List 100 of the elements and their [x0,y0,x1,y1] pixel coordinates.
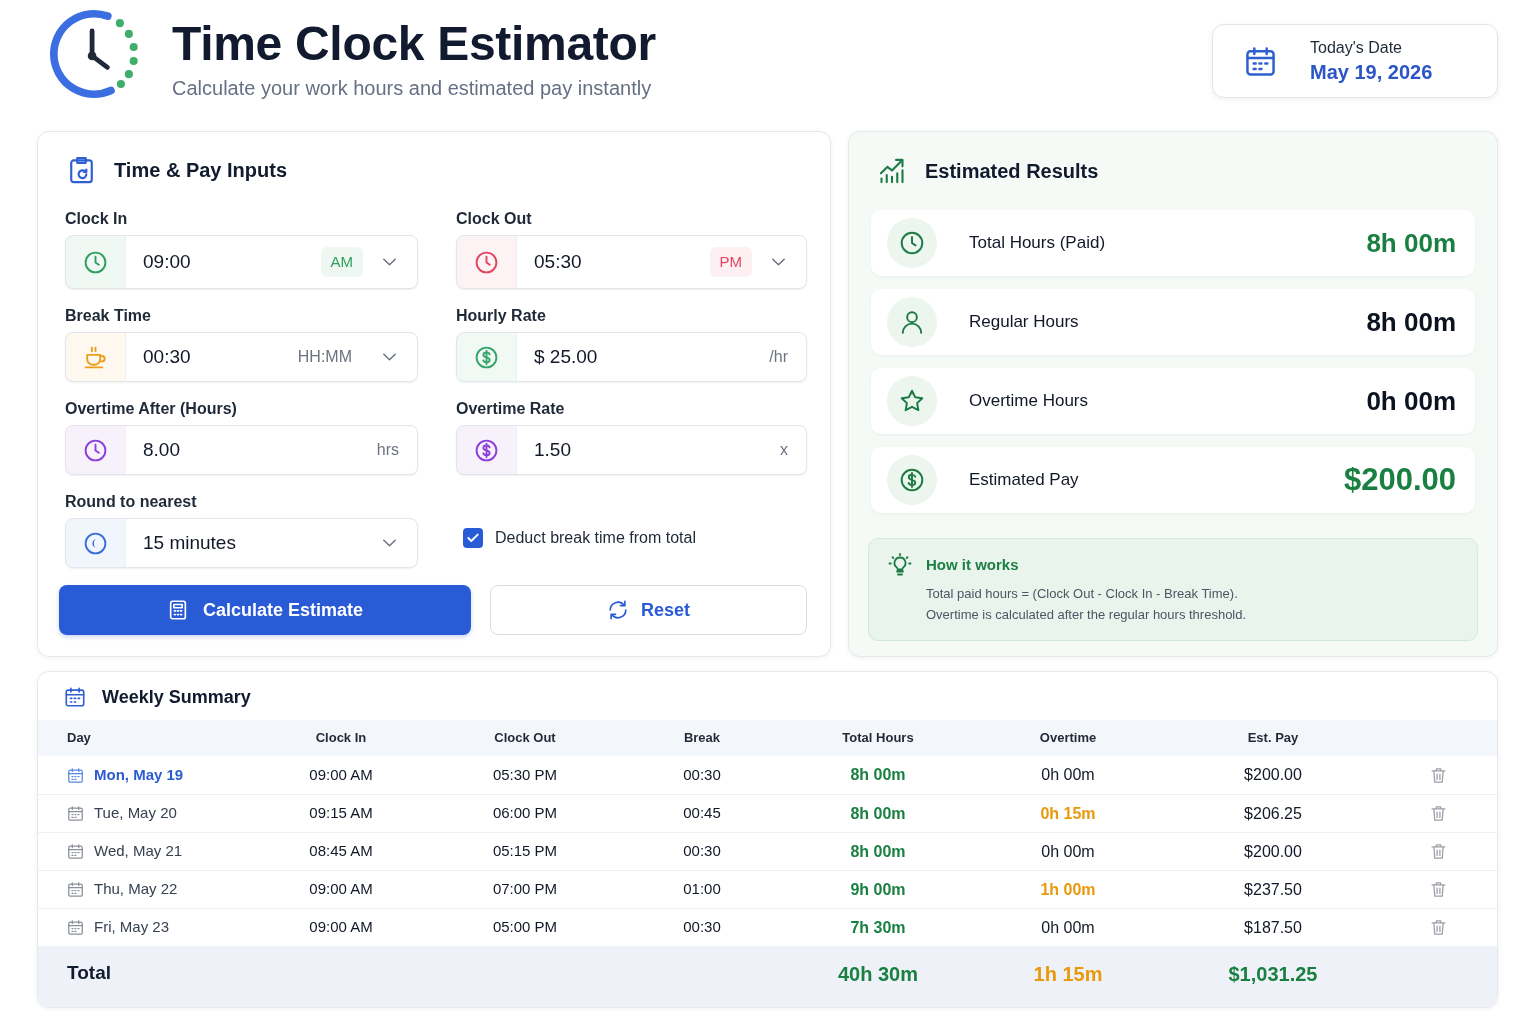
table-cell-text: 8h 00m [850,803,906,824]
table-cell-text: 09:00 AM [309,917,373,938]
table-cell-text: 1h 00m [1040,879,1096,900]
result-value: $200.00 [1343,462,1456,498]
duration-field[interactable]: 00:30 HH:MM [65,332,418,382]
result-value: 8h 00m [1366,306,1456,338]
table-cell-text: 00:30 [683,764,721,785]
calendar-icon [64,686,86,708]
table-cell-text: 09:00 AM [309,879,373,900]
app-subtitle: Calculate your work hours and estimated pay instantly [172,76,653,101]
check-icon [467,533,479,543]
table-cell-text: $206.25 [1244,803,1302,824]
result-value: 0h 00m [1366,385,1456,417]
table-cell-text: 09:00 AM [309,764,373,785]
day-cell-text: Fri, May 23 [94,917,169,938]
panel-title: Time & Pay Inputs [114,157,287,183]
table-cell-text: 06:00 PM [492,803,558,824]
result-label: Estimated Pay [969,469,1079,492]
total-cell-text: 1h 15m [1033,961,1103,987]
table-cell-text: 00:30 [683,841,721,862]
table-cell-text: 9h 00m [850,879,906,900]
unit-label: hrs [376,440,399,460]
caret-icon [383,353,396,361]
result-label: Overtime Hours [969,390,1089,413]
note-text: Total paid hours = (Clock Out - Clock In - Break Time). [926,585,1239,603]
clipboard-icon [67,155,96,184]
reset-button[interactable]: Reset [490,585,807,635]
dollar-icon [887,455,937,505]
table-cell-text: $237.50 [1244,879,1302,900]
table-cell-text: $200.00 [1244,765,1302,785]
panel-title: Weekly Summary [102,686,251,708]
table-cell-text: 8h 00m [850,765,906,785]
table-cell-text: 01:00 [683,879,721,900]
delete-button[interactable] [1430,804,1447,823]
unit-label: x [780,440,788,460]
panel-title: Estimated Results [925,159,1099,184]
total-cell-text: $1,031.25 [1228,961,1318,987]
day-cell-text: Tue, May 20 [94,803,177,824]
column-header: Est. Pay [1247,729,1299,748]
table-cell-text: 05:15 PM [492,841,558,862]
result-value: 8h 00m [1366,227,1456,259]
calendar-icon [67,843,84,860]
column-header: Clock Out [494,729,556,748]
lightbulb-icon [888,552,912,578]
calendar-icon [67,881,84,898]
number-field[interactable]: $ 25.00 /hr [456,332,807,382]
table-cell-text: 0h 00m [1041,917,1095,938]
trash-icon [1430,880,1447,899]
table-cell-text: 0h 00m [1041,765,1095,785]
day-cell-text: Wed, May 21 [94,841,183,862]
chart-icon [877,157,907,185]
trash-icon [1430,842,1447,861]
clock-icon [887,218,937,268]
person-icon [887,297,937,347]
caret-icon [383,258,396,266]
table-cell-text: $200.00 [1244,841,1302,862]
total-cell-text: 40h 30m [837,961,919,987]
period-badge: PM [709,247,752,277]
delete-button[interactable] [1430,880,1447,899]
column-header: Break [683,729,721,748]
result-label: Regular Hours [969,311,1079,334]
time-field[interactable]: 05:30 PM [456,235,807,289]
column-header: Total Hours [842,729,914,748]
date-value: May 19, 2026 [1310,60,1433,85]
calendar-icon [67,805,84,822]
unit-label: /hr [769,347,788,367]
dropdown[interactable]: 15 minutes [65,518,418,568]
table-cell-text: 0h 15m [1040,803,1096,824]
table-cell-text: 00:45 [683,803,721,824]
table-cell-text: 0h 00m [1041,841,1095,862]
delete-button[interactable] [1430,918,1447,937]
delete-button[interactable] [1430,765,1447,785]
trash-icon [1430,765,1447,785]
column-header: Clock In [315,729,367,748]
column-header: Day [67,729,91,748]
field-label: Overtime After (Hours) [65,399,238,419]
date-label: Today's Date [1310,38,1403,58]
table-cell-text: 00:30 [683,917,721,938]
checkbox-label: Deduct break time from total [495,528,696,548]
field-label: Break Time [65,306,152,326]
caret-icon [772,258,785,266]
number-field[interactable]: 1.50 x [456,425,807,475]
day-cell-text: Thu, May 22 [94,879,178,900]
calculate-button[interactable]: Calculate Estimate [59,585,471,635]
table-cell-text: 05:00 PM [492,917,558,938]
field-label: Hourly Rate [456,306,547,326]
table-cell-text: 08:45 AM [309,841,373,862]
calendar-icon [1244,44,1277,78]
unit-label: HH:MM [297,347,352,367]
calendar-icon [67,919,84,936]
result-label: Total Hours (Paid) [969,232,1106,255]
number-field[interactable]: 8.00 hrs [65,425,418,475]
app-title: Time Clock Estimator [172,16,656,72]
checkbox[interactable] [463,528,483,548]
day-cell-text: Mon, May 19 [94,764,184,785]
delete-button[interactable] [1430,842,1447,861]
time-field[interactable]: 09:00 AM [65,235,418,289]
refresh-icon [607,599,629,621]
table-cell-text: 8h 00m [850,841,906,862]
calendar-icon [67,766,84,784]
